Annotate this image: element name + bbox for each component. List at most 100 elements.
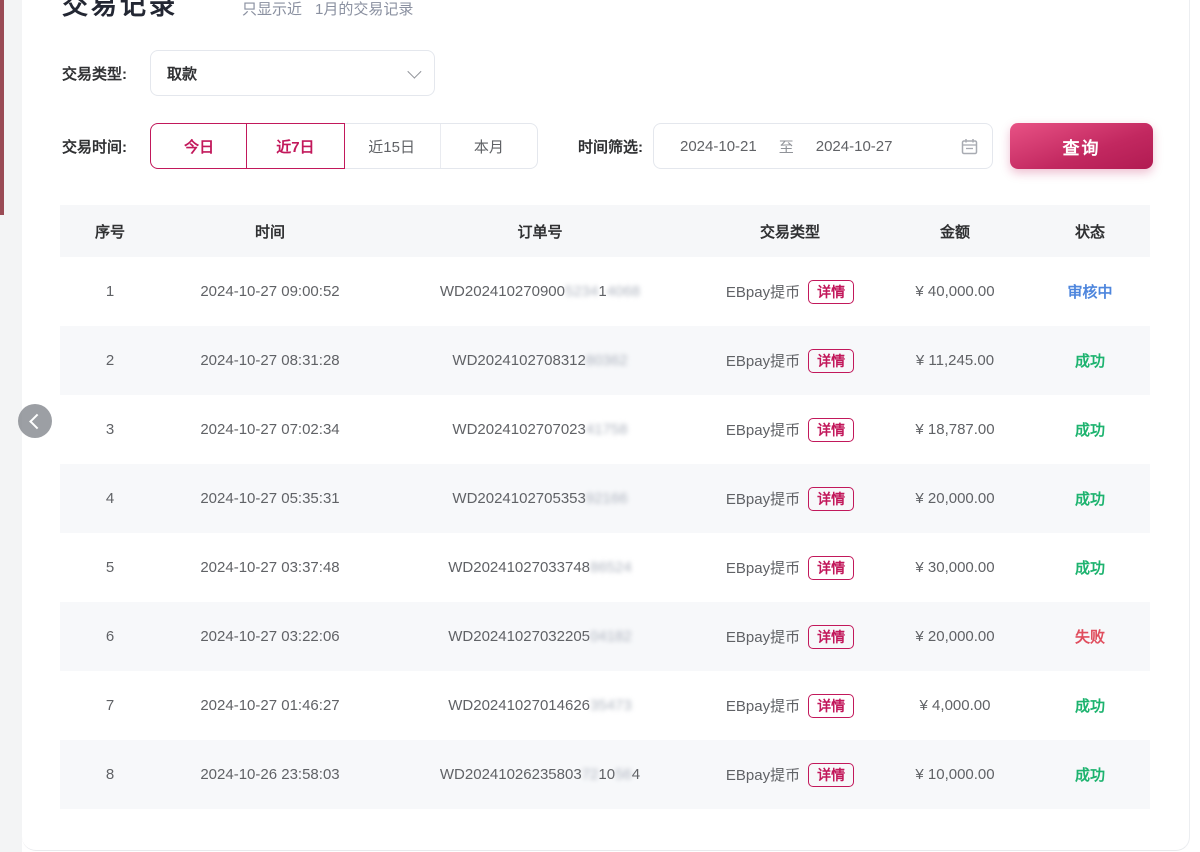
transaction-type-value: 取款 [167,63,197,84]
date-range-input[interactable]: 2024-10-21 至 2024-10-27 [653,123,993,169]
calendar-icon[interactable] [961,138,978,155]
masked-digits: 72 [582,766,599,783]
table-row: 3 2024-10-27 07:02:34 WD2024102707023417… [60,395,1150,464]
transaction-time: 2024-10-27 09:00:52 [160,283,380,300]
masked-digits: 35473 [590,697,632,714]
transaction-type-cell: EBpay提币 详情 [700,349,880,373]
order-number-text: 10 [598,766,615,783]
masked-digits: 80362 [586,352,628,369]
transaction-type-filter-row: 交易类型: 取款 [62,50,435,96]
order-number-text: WD20241027033748 [448,559,590,576]
table-row: 7 2024-10-27 01:46:27 WD2024102701462635… [60,671,1150,740]
transaction-type-cell: EBpay提币 详情 [700,280,880,304]
transaction-type-text: EBpay提币 [726,281,800,302]
amount-value: ¥ 30,000.00 [880,559,1030,576]
order-number: WD202410270900523414068 [380,283,700,300]
detail-button[interactable]: 详情 [808,418,854,442]
order-number-text: WD20241027014626 [448,697,590,714]
transaction-type-cell: EBpay提币 详情 [700,487,880,511]
table-body: 1 2024-10-27 09:00:52 WD2024102709005234… [60,257,1150,809]
status-badge: 成功 [1030,764,1150,785]
amount-value: ¥ 20,000.00 [880,628,1030,645]
transaction-type-cell: EBpay提币 详情 [700,694,880,718]
table-row: 6 2024-10-27 03:22:06 WD2024102703220504… [60,602,1150,671]
amount-value: ¥ 18,787.00 [880,421,1030,438]
detail-button[interactable]: 详情 [808,349,854,373]
row-number: 8 [60,766,160,783]
header-order-number: 订单号 [380,221,700,242]
transaction-type-text: EBpay提币 [726,488,800,509]
header-transaction-type: 交易类型 [700,221,880,242]
transactions-table: 序号 时间 订单号 交易类型 金额 状态 1 2024-10-27 09:00:… [60,205,1150,809]
detail-button[interactable]: 详情 [808,487,854,511]
table-row: 5 2024-10-27 03:37:48 WD2024102703374886… [60,533,1150,602]
table-header: 序号 时间 订单号 交易类型 金额 状态 [60,205,1150,257]
table-row: 8 2024-10-26 23:58:03 WD2024102623580372… [60,740,1150,809]
amount-value: ¥ 4,000.00 [880,697,1030,714]
header-time: 时间 [160,221,380,242]
row-number: 7 [60,697,160,714]
quick-range-button-4[interactable]: 本月 [441,124,537,168]
detail-button[interactable]: 详情 [808,280,854,304]
masked-digits: 86524 [590,559,632,576]
transaction-time: 2024-10-27 03:22:06 [160,628,380,645]
transaction-type-text: EBpay提币 [726,350,800,371]
date-to-value: 2024-10-27 [816,138,893,155]
transaction-type-cell: EBpay提币 详情 [700,418,880,442]
header-no: 序号 [60,221,160,242]
order-number: WD202410270535392166 [380,490,700,507]
detail-button[interactable]: 详情 [808,556,854,580]
order-number-text: 4 [632,766,640,783]
date-from-value: 2024-10-21 [680,138,757,155]
transaction-type-select[interactable]: 取款 [150,50,435,96]
quick-range-button-1[interactable]: 今日 [150,123,248,169]
status-badge: 成功 [1030,695,1150,716]
table-row: 1 2024-10-27 09:00:52 WD2024102709005234… [60,257,1150,326]
transaction-type-text: EBpay提币 [726,764,800,785]
quick-range-button-3[interactable]: 近15日 [344,124,441,168]
row-number: 5 [60,559,160,576]
transaction-type-cell: EBpay提币 详情 [700,763,880,787]
order-number-text: WD2024102708312 [452,352,585,369]
page-title: 交易记录 [62,0,178,22]
status-badge: 成功 [1030,419,1150,440]
page-header: 交易记录 只显示近 1月的交易记录 [62,0,413,22]
transaction-time: 2024-10-27 07:02:34 [160,421,380,438]
table-row: 2 2024-10-27 08:31:28 WD2024102708312803… [60,326,1150,395]
order-number: WD202410270831280362 [380,352,700,369]
order-number-text: WD2024102705353 [452,490,585,507]
order-number: WD2024102701462635473 [380,697,700,714]
query-button[interactable]: 查询 [1010,123,1153,169]
status-badge: 成功 [1030,350,1150,371]
amount-value: ¥ 10,000.00 [880,766,1030,783]
transactions-panel: 交易记录 只显示近 1月的交易记录 交易类型: 取款 交易时间: 今日近7日近1… [22,0,1190,851]
row-number: 6 [60,628,160,645]
status-badge: 成功 [1030,488,1150,509]
detail-button[interactable]: 详情 [808,763,854,787]
left-accent-line [0,0,4,215]
quick-range-button-2[interactable]: 近7日 [246,123,344,169]
header-amount: 金额 [880,221,1030,242]
masked-digits: 04182 [590,628,632,645]
transaction-type-cell: EBpay提币 详情 [700,625,880,649]
chevron-left-icon [29,413,45,429]
transaction-time: 2024-10-26 23:58:03 [160,766,380,783]
masked-digits: 41758 [586,421,628,438]
order-number: WD202410270702341758 [380,421,700,438]
order-number-text: WD202410270900 [440,283,565,300]
collapse-panel-button[interactable] [18,404,52,438]
detail-button[interactable]: 详情 [808,625,854,649]
transaction-time: 2024-10-27 01:46:27 [160,697,380,714]
row-number: 1 [60,283,160,300]
order-number-text: WD20241026235803 [440,766,582,783]
masked-digits: 4068 [607,283,640,300]
masked-digits: 92166 [586,490,628,507]
transaction-time: 2024-10-27 03:37:48 [160,559,380,576]
detail-button[interactable]: 详情 [808,694,854,718]
row-number: 2 [60,352,160,369]
quick-range-group: 今日近7日近15日本月 [150,123,538,169]
page-subtitle-right: 1月的交易记录 [315,0,413,19]
transaction-type-text: EBpay提币 [726,557,800,578]
table-row: 4 2024-10-27 05:35:31 WD2024102705353921… [60,464,1150,533]
status-badge: 审核中 [1030,281,1150,302]
